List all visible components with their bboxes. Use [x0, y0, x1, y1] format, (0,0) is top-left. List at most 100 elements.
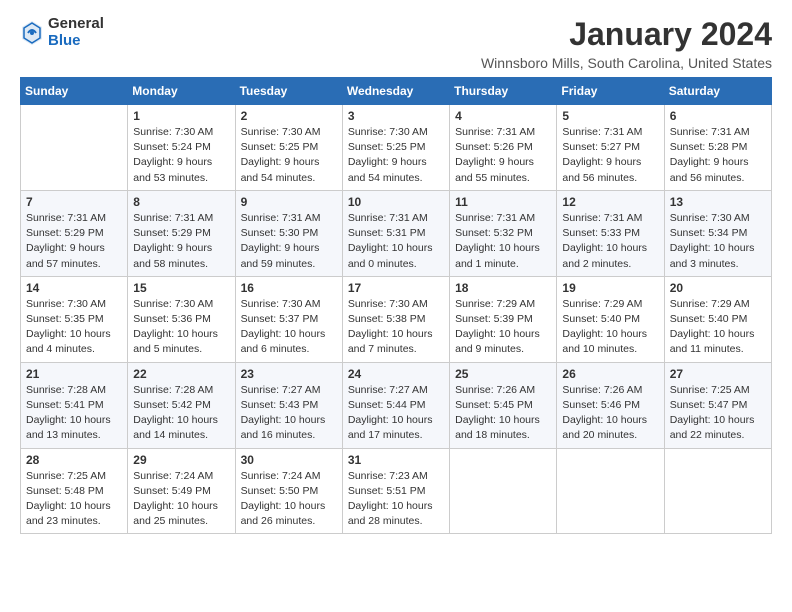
calendar-cell: 23Sunrise: 7:27 AMSunset: 5:43 PMDayligh…: [235, 362, 342, 448]
calendar-cell: 17Sunrise: 7:30 AMSunset: 5:38 PMDayligh…: [342, 276, 449, 362]
calendar-cell: 29Sunrise: 7:24 AMSunset: 5:49 PMDayligh…: [128, 448, 235, 534]
header-day-friday: Friday: [557, 78, 664, 105]
day-number: 30: [241, 453, 337, 467]
header-day-saturday: Saturday: [664, 78, 771, 105]
calendar-cell: 10Sunrise: 7:31 AMSunset: 5:31 PMDayligh…: [342, 190, 449, 276]
day-number: 31: [348, 453, 444, 467]
calendar-cell: 14Sunrise: 7:30 AMSunset: 5:35 PMDayligh…: [21, 276, 128, 362]
month-title: January 2024: [481, 16, 772, 53]
header-day-monday: Monday: [128, 78, 235, 105]
day-number: 19: [562, 281, 658, 295]
logo: General Blue: [20, 16, 104, 49]
calendar-cell: 6 Sunrise: 7:31 AMSunset: 5:28 PMDaylight…: [664, 105, 771, 191]
calendar-cell: 1 Sunrise: 7:30 AMSunset: 5:24 PMDaylight…: [128, 105, 235, 191]
day-number: 11: [455, 195, 551, 209]
day-number: 17: [348, 281, 444, 295]
day-number: 5: [562, 109, 658, 123]
day-info: Sunrise: 7:30 AMSunset: 5:25 PMDaylight:…: [241, 125, 337, 186]
day-info: Sunrise: 7:29 AMSunset: 5:40 PMDaylight:…: [670, 297, 766, 358]
day-info: Sunrise: 7:24 AMSunset: 5:50 PMDaylight:…: [241, 469, 337, 530]
day-info: Sunrise: 7:29 AMSunset: 5:40 PMDaylight:…: [562, 297, 658, 358]
calendar-cell: 27 Sunrise: 7:25 AMSunset: 5:47 PMDayligh…: [664, 362, 771, 448]
calendar-cell: [664, 448, 771, 534]
day-info: Sunrise: 7:30 AMSunset: 5:37 PMDaylight:…: [241, 297, 337, 358]
calendar-header: SundayMondayTuesdayWednesdayThursdayFrid…: [21, 78, 772, 105]
day-info: Sunrise: 7:30 AMSunset: 5:24 PMDaylight:…: [133, 125, 229, 186]
calendar-cell: 12 Sunrise: 7:31 AMSunset: 5:33 PMDayligh…: [557, 190, 664, 276]
header-day-sunday: Sunday: [21, 78, 128, 105]
calendar-cell: 5 Sunrise: 7:31 AMSunset: 5:27 PMDaylight…: [557, 105, 664, 191]
day-number: 6: [670, 109, 766, 123]
week-row-4: 21 Sunrise: 7:28 AMSunset: 5:41 PMDayligh…: [21, 362, 772, 448]
day-number: 27: [670, 367, 766, 381]
day-info: Sunrise: 7:31 AMSunset: 5:30 PMDaylight:…: [241, 211, 337, 272]
day-number: 12: [562, 195, 658, 209]
calendar-cell: 15 Sunrise: 7:30 AMSunset: 5:36 PMDayligh…: [128, 276, 235, 362]
day-number: 20: [670, 281, 766, 295]
title-area: January 2024 Winnsboro Mills, South Caro…: [481, 16, 772, 71]
day-info: Sunrise: 7:31 AMSunset: 5:28 PMDaylight:…: [670, 125, 766, 186]
day-number: 15: [133, 281, 229, 295]
day-info: Sunrise: 7:31 AMSunset: 5:29 PMDaylight:…: [133, 211, 229, 272]
calendar-cell: 25 Sunrise: 7:26 AMSunset: 5:45 PMDayligh…: [450, 362, 557, 448]
logo-icon: [20, 19, 44, 47]
day-info: Sunrise: 7:25 AMSunset: 5:47 PMDaylight:…: [670, 383, 766, 444]
day-number: 28: [26, 453, 122, 467]
calendar-cell: 7 Sunrise: 7:31 AMSunset: 5:29 PMDaylight…: [21, 190, 128, 276]
calendar-cell: 20 Sunrise: 7:29 AMSunset: 5:40 PMDayligh…: [664, 276, 771, 362]
day-number: 8: [133, 195, 229, 209]
day-number: 7: [26, 195, 122, 209]
week-row-3: 14Sunrise: 7:30 AMSunset: 5:35 PMDayligh…: [21, 276, 772, 362]
day-info: Sunrise: 7:26 AMSunset: 5:45 PMDaylight:…: [455, 383, 551, 444]
calendar-cell: 2 Sunrise: 7:30 AMSunset: 5:25 PMDaylight…: [235, 105, 342, 191]
logo-general-text: General: [48, 16, 104, 33]
calendar-cell: 24Sunrise: 7:27 AMSunset: 5:44 PMDayligh…: [342, 362, 449, 448]
day-info: Sunrise: 7:30 AMSunset: 5:35 PMDaylight:…: [26, 297, 122, 358]
day-number: 16: [241, 281, 337, 295]
calendar-cell: 16 Sunrise: 7:30 AMSunset: 5:37 PMDayligh…: [235, 276, 342, 362]
day-info: Sunrise: 7:30 AMSunset: 5:36 PMDaylight:…: [133, 297, 229, 358]
header: General Blue January 2024 Winnsboro Mill…: [20, 16, 772, 71]
day-number: 2: [241, 109, 337, 123]
calendar-cell: 21 Sunrise: 7:28 AMSunset: 5:41 PMDayligh…: [21, 362, 128, 448]
week-row-5: 28Sunrise: 7:25 AMSunset: 5:48 PMDayligh…: [21, 448, 772, 534]
header-day-wednesday: Wednesday: [342, 78, 449, 105]
day-number: 9: [241, 195, 337, 209]
week-row-1: 1 Sunrise: 7:30 AMSunset: 5:24 PMDaylight…: [21, 105, 772, 191]
day-info: Sunrise: 7:26 AMSunset: 5:46 PMDaylight:…: [562, 383, 658, 444]
day-number: 10: [348, 195, 444, 209]
location: Winnsboro Mills, South Carolina, United …: [481, 55, 772, 71]
day-info: Sunrise: 7:31 AMSunset: 5:27 PMDaylight:…: [562, 125, 658, 186]
day-number: 25: [455, 367, 551, 381]
day-number: 21: [26, 367, 122, 381]
week-row-2: 7 Sunrise: 7:31 AMSunset: 5:29 PMDaylight…: [21, 190, 772, 276]
day-info: Sunrise: 7:28 AMSunset: 5:42 PMDaylight:…: [133, 383, 229, 444]
day-number: 22: [133, 367, 229, 381]
calendar-cell: [21, 105, 128, 191]
calendar-cell: [557, 448, 664, 534]
calendar-cell: 13Sunrise: 7:30 AMSunset: 5:34 PMDayligh…: [664, 190, 771, 276]
day-info: Sunrise: 7:31 AMSunset: 5:33 PMDaylight:…: [562, 211, 658, 272]
day-info: Sunrise: 7:28 AMSunset: 5:41 PMDaylight:…: [26, 383, 122, 444]
day-number: 26: [562, 367, 658, 381]
day-info: Sunrise: 7:27 AMSunset: 5:44 PMDaylight:…: [348, 383, 444, 444]
calendar-cell: 30 Sunrise: 7:24 AMSunset: 5:50 PMDayligh…: [235, 448, 342, 534]
day-number: 1: [133, 109, 229, 123]
calendar-cell: 22 Sunrise: 7:28 AMSunset: 5:42 PMDayligh…: [128, 362, 235, 448]
calendar-cell: [450, 448, 557, 534]
logo-blue-text: Blue: [48, 33, 104, 50]
day-info: Sunrise: 7:23 AMSunset: 5:51 PMDaylight:…: [348, 469, 444, 530]
calendar-cell: 3Sunrise: 7:30 AMSunset: 5:25 PMDaylight…: [342, 105, 449, 191]
day-number: 18: [455, 281, 551, 295]
day-info: Sunrise: 7:31 AMSunset: 5:32 PMDaylight:…: [455, 211, 551, 272]
calendar-cell: 8 Sunrise: 7:31 AMSunset: 5:29 PMDaylight…: [128, 190, 235, 276]
calendar-cell: 18Sunrise: 7:29 AMSunset: 5:39 PMDayligh…: [450, 276, 557, 362]
day-info: Sunrise: 7:27 AMSunset: 5:43 PMDaylight:…: [241, 383, 337, 444]
calendar-cell: 19 Sunrise: 7:29 AMSunset: 5:40 PMDayligh…: [557, 276, 664, 362]
calendar-cell: 11 Sunrise: 7:31 AMSunset: 5:32 PMDayligh…: [450, 190, 557, 276]
day-info: Sunrise: 7:31 AMSunset: 5:26 PMDaylight:…: [455, 125, 551, 186]
calendar-cell: 26 Sunrise: 7:26 AMSunset: 5:46 PMDayligh…: [557, 362, 664, 448]
day-info: Sunrise: 7:31 AMSunset: 5:29 PMDaylight:…: [26, 211, 122, 272]
day-number: 4: [455, 109, 551, 123]
calendar-cell: 4 Sunrise: 7:31 AMSunset: 5:26 PMDaylight…: [450, 105, 557, 191]
